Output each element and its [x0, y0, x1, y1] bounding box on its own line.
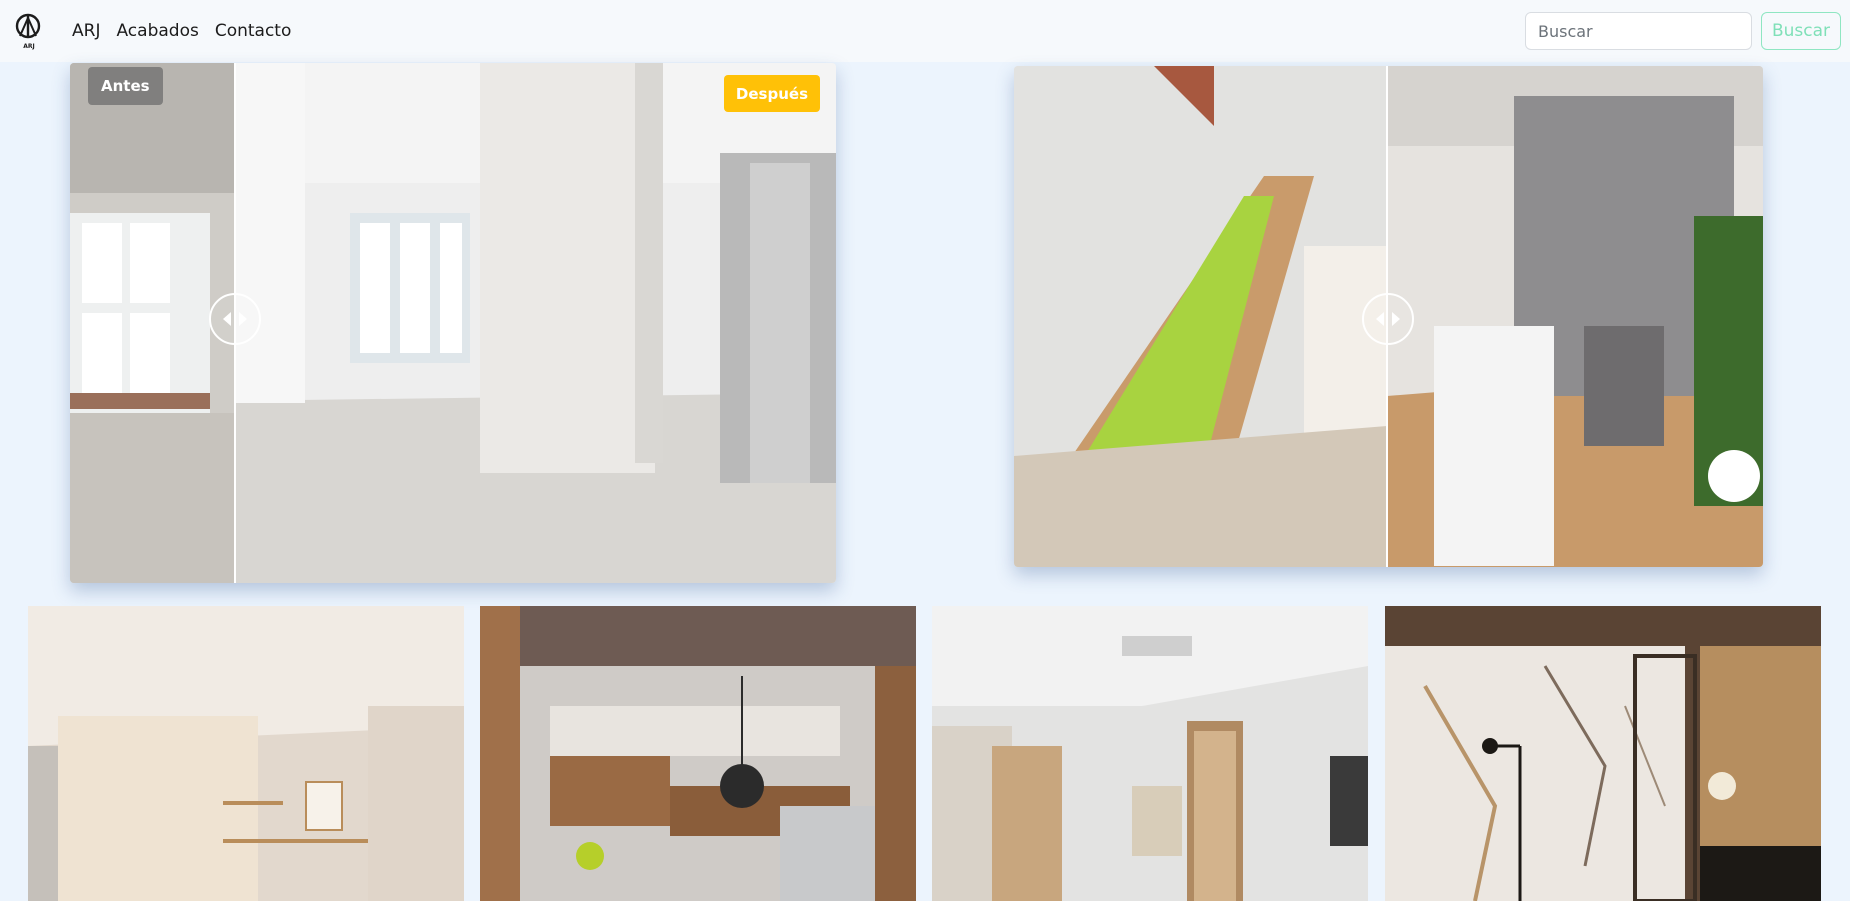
nav-links: ARJ Acabados Contacto — [72, 0, 291, 62]
chevron-left-icon — [1376, 312, 1384, 326]
bathroom-photo-icon — [1385, 606, 1821, 901]
before-photo-stair-construction — [1014, 66, 1387, 567]
nav-link-acabados[interactable]: Acabados — [116, 21, 198, 41]
nav-link-contacto[interactable]: Contacto — [215, 21, 292, 41]
slider-handle[interactable] — [1362, 293, 1414, 345]
chevron-left-icon — [223, 312, 231, 326]
search-button[interactable]: Buscar — [1761, 12, 1841, 50]
chevron-right-icon — [1392, 312, 1400, 326]
gallery-card-living-room[interactable] — [28, 606, 464, 901]
search-input[interactable] — [1525, 12, 1752, 50]
brand-logo-text: ARJ — [23, 43, 35, 50]
kitchen-photo-icon — [480, 606, 916, 901]
before-after-slider-1[interactable]: Antes Después — [70, 63, 836, 583]
gallery-card-kitchen[interactable] — [480, 606, 916, 901]
gallery-card-entryway[interactable] — [932, 606, 1368, 901]
living-room-photo-icon — [28, 606, 464, 901]
entryway-photo-icon — [932, 606, 1368, 901]
before-after-slider-2[interactable] — [1014, 66, 1763, 567]
brand-logo-icon[interactable]: ARJ — [14, 12, 44, 50]
nav-link-arj[interactable]: ARJ — [72, 21, 100, 41]
after-badge: Después — [723, 75, 820, 112]
before-badge: Antes — [88, 67, 163, 105]
slider-handle[interactable] — [209, 293, 261, 345]
gallery-card-bathroom[interactable] — [1385, 606, 1821, 901]
top-navbar: ARJ ARJ Acabados Contacto Buscar — [0, 0, 1850, 62]
chevron-right-icon — [239, 312, 247, 326]
